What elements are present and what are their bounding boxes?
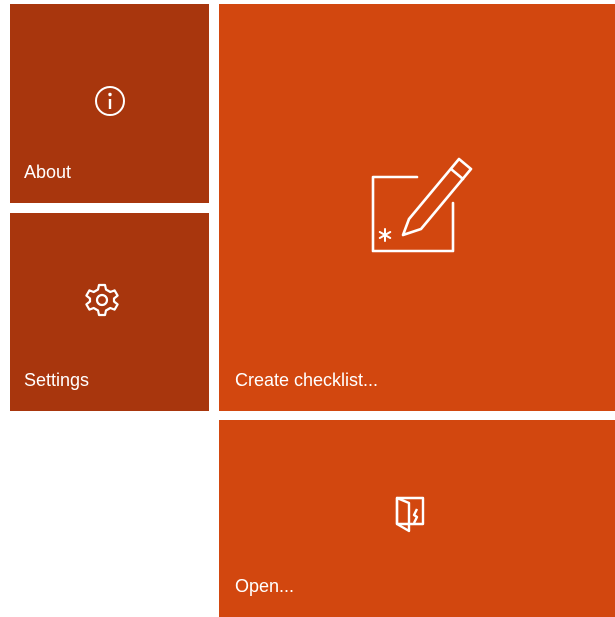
info-icon [95, 86, 125, 116]
about-label: About [24, 162, 72, 182]
edit-new-icon [371, 157, 473, 253]
settings-tile[interactable]: Settings [10, 213, 209, 411]
open-door-icon [395, 496, 425, 533]
open-label: Open... [235, 576, 295, 596]
settings-label: Settings [24, 370, 90, 390]
about-tile[interactable]: About [10, 4, 209, 203]
gear-icon [85, 283, 119, 317]
create-checklist-label: Create checklist... [235, 370, 379, 390]
create-checklist-tile[interactable]: Create checklist... [219, 4, 615, 411]
open-tile[interactable]: Open... [219, 420, 615, 617]
